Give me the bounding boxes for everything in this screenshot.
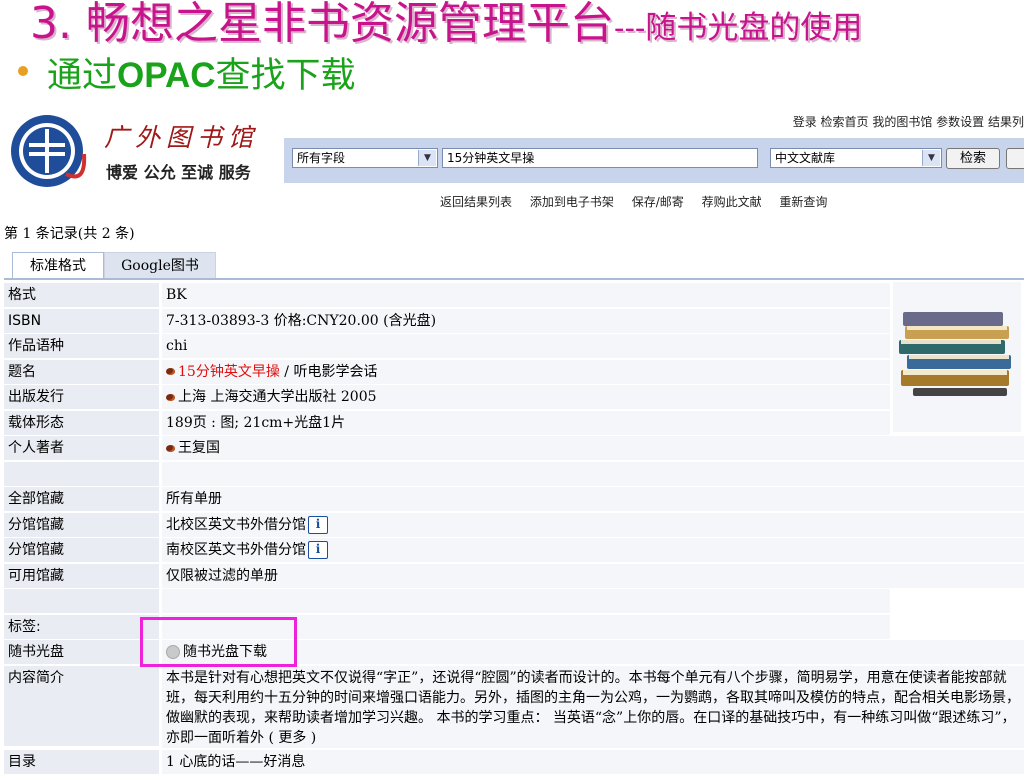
table-row: 格式BK — [4, 282, 1024, 308]
bullet-icon — [166, 368, 175, 375]
tab-google-books[interactable]: Google图书 — [104, 252, 216, 279]
chevron-down-icon: ▼ — [418, 150, 436, 166]
chevron-down-icon: ▼ — [922, 150, 940, 166]
field-select[interactable]: 所有字段▼ — [292, 148, 438, 168]
description-row: 内容简介 本书是针对有心想把英文不仅说得“字正”，还说得“腔圆”的读者而设计的。… — [4, 665, 1024, 749]
search-bar: 所有字段▼ 15分钟英文早操 中文文献库▼ 检索 — [284, 138, 1024, 183]
logo-motto: 博爱 公允 至诚 服务 — [106, 159, 251, 183]
search-input[interactable]: 15分钟英文早操 — [442, 148, 758, 168]
tab-standard-format[interactable]: 标准格式 — [12, 252, 104, 279]
table-row: 题名15分钟英文早操 / 听电影学会话 — [4, 359, 1024, 385]
library-logo[interactable]: 广外图书馆 博爱 公允 至诚 服务 — [6, 114, 278, 192]
table-row — [4, 461, 1024, 487]
info-icon[interactable]: i — [308, 516, 328, 534]
table-row: 分馆馆藏北校区英文书外借分馆i — [4, 512, 1024, 538]
table-row: 全部馆藏所有单册 — [4, 486, 1024, 512]
table-row: 出版发行上海 上海交通大学出版社 2005 — [4, 384, 1024, 410]
book-stack-icon — [893, 282, 1021, 432]
table-row: 目录1 心底的话——好消息 — [4, 749, 1024, 774]
book-cover-image — [893, 282, 1021, 432]
new-search-link[interactable]: 重新查询 — [779, 195, 827, 209]
highlight-box — [140, 617, 297, 667]
add-to-shelf-link[interactable]: 添加到电子书架 — [530, 195, 614, 209]
action-links: 返回结果列表 添加到电子书架 保存/邮寄 荐购此文献 重新查询 — [440, 193, 841, 210]
slide-subtitle: ---随书光盘的使用 — [614, 10, 862, 46]
author-link[interactable]: 王复国 — [178, 440, 220, 456]
database-select[interactable]: 中文文献库▼ — [770, 148, 942, 168]
bullet-icon — [18, 66, 28, 76]
branch-south-link[interactable]: 南校区英文书外借分馆 — [166, 542, 306, 558]
table-row: 载体形态189页 : 图; 21cm+光盘1片 — [4, 410, 1024, 436]
logo-name: 广外图书馆 — [104, 118, 259, 154]
title-link[interactable]: 15分钟英文早操 — [178, 364, 280, 380]
bullet-icon — [166, 394, 175, 401]
bullet-text: 通过OPAC查找下载 — [47, 54, 356, 98]
slide-title: 3. 畅想之星非书资源管理平台---随书光盘的使用 — [30, 0, 862, 56]
back-to-list-link[interactable]: 返回结果列表 — [440, 195, 512, 209]
bullet-icon — [166, 445, 175, 452]
secondary-button[interactable] — [1006, 148, 1024, 169]
table-row: ISBN7-313-03893-3 价格:CNY20.00 (含光盘) — [4, 308, 1024, 334]
record-count: 第 1 条记录(共 2 条) — [4, 223, 135, 243]
table-row — [4, 588, 1024, 614]
table-row: 可用馆藏仅限被过滤的单册 — [4, 563, 1024, 589]
description-text: 本书是针对有心想把英文不仅说得“字正”，还说得“腔圆”的读者而设计的。本书每个单… — [162, 666, 1024, 748]
record-table: 格式BK ISBN7-313-03893-3 价格:CNY20.00 (含光盘)… — [4, 282, 1024, 774]
available-holdings-link[interactable]: 仅限被过滤的单册 — [162, 564, 1024, 588]
table-row: 作品语种chi — [4, 333, 1024, 359]
publisher-link[interactable]: 上海 上海交通大学出版社 2005 — [178, 389, 377, 405]
table-row: 个人著者王复国 — [4, 435, 1024, 461]
save-mail-link[interactable]: 保存/邮寄 — [632, 195, 684, 209]
branch-north-link[interactable]: 北校区英文书外借分馆 — [166, 517, 306, 533]
recommend-link[interactable]: 荐购此文献 — [702, 195, 762, 209]
all-holdings-link[interactable]: 所有单册 — [162, 487, 1024, 511]
info-icon[interactable]: i — [308, 541, 328, 559]
top-links[interactable]: 登录 检索首页 我的图书馆 参数设置 结果列 — [793, 113, 1024, 130]
table-row: 分馆馆藏南校区英文书外借分馆i — [4, 537, 1024, 563]
tab-divider — [4, 278, 1024, 280]
search-button[interactable]: 检索 — [946, 148, 1000, 169]
